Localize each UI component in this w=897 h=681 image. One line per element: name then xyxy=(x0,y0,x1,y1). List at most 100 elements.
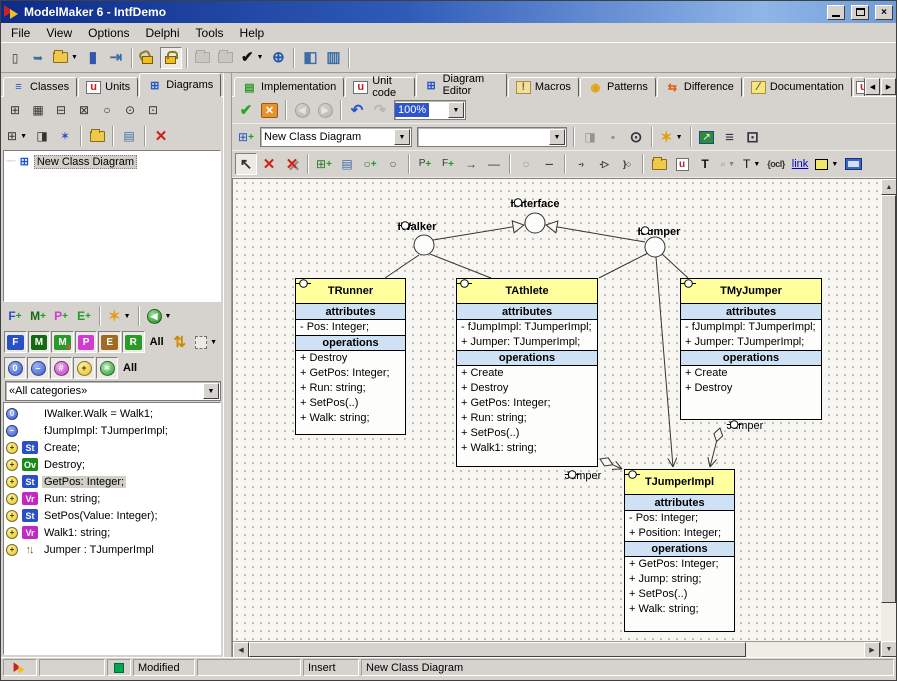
class-header[interactable]: TMyJumper xyxy=(681,279,821,304)
add-association-button[interactable]: → xyxy=(460,153,482,175)
operation-row[interactable]: + Run: string; xyxy=(457,411,597,426)
operation-row[interactable]: + Run: string; xyxy=(296,381,405,396)
dropdown-arrow-icon[interactable]: ▼ xyxy=(71,54,78,61)
diagram-folder-button[interactable] xyxy=(86,125,108,147)
dropdown-arrow-icon[interactable]: ▼ xyxy=(676,134,683,141)
print-preview-button[interactable]: ⊡ xyxy=(742,126,764,148)
edge-label-jumper[interactable]: Jumper xyxy=(565,470,602,482)
cancel-changes-button[interactable]: ✕ xyxy=(258,99,281,121)
menu-file[interactable]: File xyxy=(3,24,38,42)
add-class-symbol-button[interactable]: ⊞+ xyxy=(313,153,335,175)
unit-dependency-diagram-button[interactable]: ⊟ xyxy=(50,99,72,121)
add-event-button[interactable]: E+ xyxy=(73,305,95,327)
add-dashed-line-button[interactable]: --- xyxy=(538,153,560,175)
refresh-source-button[interactable] xyxy=(215,47,237,69)
scroll-left-button[interactable]: ◀ xyxy=(233,642,249,658)
delete-diagram-button[interactable]: ✕ xyxy=(150,125,172,147)
scroll-down-button[interactable]: ▼ xyxy=(881,641,897,657)
redo-button[interactable]: ↷ xyxy=(369,99,391,121)
apply-changes-button[interactable]: ✔ xyxy=(235,99,257,121)
save-button[interactable]: ▮ xyxy=(82,47,104,69)
filter-properties-button[interactable]: P xyxy=(75,331,98,353)
filter-results-button[interactable]: R xyxy=(122,331,145,353)
add-generalization-button[interactable]: -▷ xyxy=(593,153,615,175)
panel-splitter[interactable] xyxy=(223,73,232,657)
member-row[interactable]: +OvDestroy; xyxy=(4,456,220,473)
text-style-button[interactable]: T▼ xyxy=(740,153,763,175)
interface-label-iwalker[interactable]: IWalker xyxy=(398,221,437,233)
class-header[interactable]: TJumperImpl xyxy=(625,470,734,495)
filmstrip-button[interactable] xyxy=(842,153,865,175)
tab-unit-code[interactable]: uUnit code xyxy=(345,77,414,97)
tab-implementation[interactable]: ▤Implementation xyxy=(234,77,344,97)
unlock-button[interactable] xyxy=(137,47,159,69)
member-row[interactable]: +↑↓Jumper : TJumperImpl xyxy=(4,541,220,558)
class-header[interactable]: TRunner xyxy=(296,279,405,304)
filter-automated-button[interactable]: Ma xyxy=(51,331,74,353)
menu-options[interactable]: Options xyxy=(80,24,137,42)
zoom-level-combo[interactable]: 100%▼ xyxy=(394,100,466,120)
dropdown-arrow-icon[interactable]: ▼ xyxy=(165,313,172,320)
operation-row[interactable]: + Create xyxy=(457,366,597,381)
member-wizard-button[interactable]: ✶▼ xyxy=(105,305,134,327)
operation-row[interactable]: + GetPos: Integer; xyxy=(457,396,597,411)
tab-macros[interactable]: !Macros xyxy=(508,77,579,97)
operation-row[interactable]: + GetPos: Integer; xyxy=(296,366,405,381)
activity-diagram-button[interactable]: ⊡ xyxy=(142,99,164,121)
tab-patterns[interactable]: ◉Patterns xyxy=(580,77,656,97)
attribute-row[interactable]: - fJumpImpl: TJumperImpl; xyxy=(681,320,821,335)
robustness-diagram-button[interactable]: ⊙ xyxy=(119,99,141,121)
filter-fields-button[interactable]: F xyxy=(4,331,27,353)
menu-view[interactable]: View xyxy=(38,24,80,42)
diagram-select-combo-dropdown[interactable]: ▼ xyxy=(394,129,410,145)
categories-combo-dropdown[interactable]: ▼ xyxy=(203,383,219,399)
scroll-right-button[interactable]: ▶ xyxy=(864,642,880,658)
tab-documentation[interactable]: ∕Documentation xyxy=(743,77,852,97)
hyperlink-button[interactable]: link xyxy=(789,153,812,175)
show-diagram-button[interactable]: ◨ xyxy=(31,125,53,147)
filter-events-button[interactable]: E xyxy=(98,331,121,353)
add-implements-link-button[interactable]: }○ xyxy=(616,153,638,175)
delete-symbol-button[interactable]: ✕ xyxy=(258,153,280,175)
vertical-scroll-track[interactable] xyxy=(881,603,896,641)
arrange-diagram-button[interactable]: ✶ xyxy=(54,125,76,147)
apply-source-button[interactable] xyxy=(192,47,214,69)
add-state-button[interactable]: ○ xyxy=(515,153,537,175)
attribute-row[interactable]: - Pos: Integer; xyxy=(625,511,734,526)
attribute-row[interactable]: - fJumpImpl: TJumperImpl; xyxy=(457,320,597,335)
add-folder-shape-button[interactable] xyxy=(648,153,670,175)
diagram-canvas[interactable]: IInterfaceIWalkerIJumperJumperJumperTRun… xyxy=(233,179,881,641)
vertical-scrollbar[interactable]: ▲ ▼ xyxy=(880,179,896,657)
diagram-wizard-button[interactable]: ✶▼ xyxy=(657,126,686,148)
navigate-back-button[interactable]: ◀▼ xyxy=(144,305,175,327)
horizontal-scroll-track[interactable] xyxy=(746,642,864,657)
add-property-button[interactable]: P+ xyxy=(50,305,72,327)
visibility-public-button[interactable]: + xyxy=(73,357,95,379)
maximize-button[interactable] xyxy=(851,5,869,20)
horizontal-scroll-thumb[interactable] xyxy=(249,642,746,657)
dropdown-arrow-icon[interactable]: ▼ xyxy=(257,54,264,61)
close-button[interactable]: × xyxy=(875,5,893,20)
save-generate-button[interactable]: ⇥ xyxy=(105,47,127,69)
add-unit-shape-button[interactable]: u xyxy=(671,153,693,175)
filter-methods-button[interactable]: M xyxy=(28,331,51,353)
menu-help[interactable]: Help xyxy=(232,24,273,42)
visibility-private-button[interactable]: – xyxy=(27,357,49,379)
usecase-diagram-button[interactable]: ○ xyxy=(96,99,118,121)
interface-label-ijumper[interactable]: IJumper xyxy=(638,226,681,238)
check-options-button[interactable]: ✔▼ xyxy=(238,47,267,69)
export-image-button[interactable]: ↗ xyxy=(696,126,718,148)
explore-button[interactable]: ⊙ xyxy=(625,126,647,148)
member-row[interactable]: +StCreate; xyxy=(4,439,220,456)
tab-difference[interactable]: ⇆Difference xyxy=(657,77,742,97)
diagram-select-combo[interactable]: New Class Diagram▼ xyxy=(260,127,412,147)
operation-row[interactable]: + Create xyxy=(681,366,821,381)
member-row[interactable]: +StSetPos(Value: Integer); xyxy=(4,507,220,524)
ocl-constraint-button[interactable]: {ocl} xyxy=(764,153,788,175)
dropdown-arrow-icon[interactable]: ▼ xyxy=(831,161,838,168)
copy-diagram-button[interactable]: ▤ xyxy=(118,125,140,147)
browser-info-button[interactable]: ⊕ xyxy=(267,47,289,69)
class-box-tmyjumper[interactable]: TMyJumperattributes- fJumpImpl: TJumperI… xyxy=(680,278,822,420)
add-plain-line-button[interactable]: — xyxy=(483,153,505,175)
operation-row[interactable]: + SetPos(..) xyxy=(625,587,734,602)
